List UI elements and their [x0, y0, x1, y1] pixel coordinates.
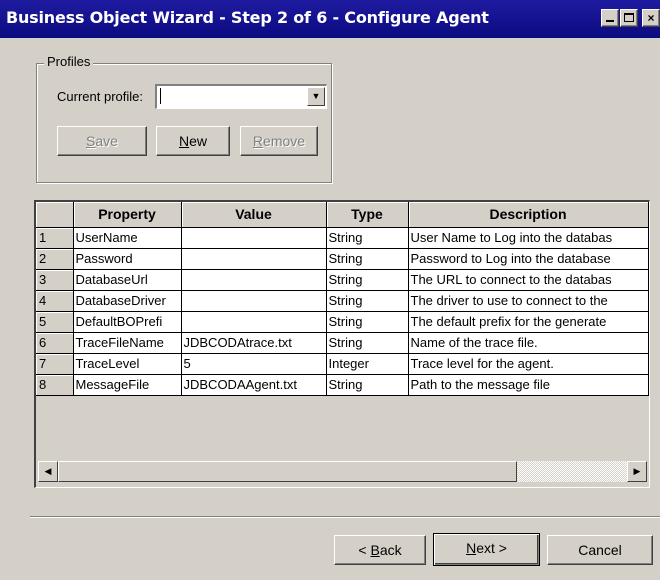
value-cell[interactable] [181, 269, 327, 291]
remove-button[interactable]: Remove [240, 126, 318, 156]
value-cell[interactable] [181, 227, 327, 249]
type-cell[interactable]: String [326, 311, 409, 333]
table-row[interactable]: 1 UserName String User Name to Log into … [36, 227, 649, 249]
row-number[interactable]: 5 [36, 311, 74, 333]
table-row[interactable]: 2 Password String Password to Log into t… [36, 248, 649, 270]
grid-header-row: Property Value Type Description [36, 202, 649, 228]
window-title: Business Object Wizard - Step 2 of 6 - C… [6, 8, 489, 27]
row-number-header[interactable] [36, 202, 74, 228]
back-label-post: ack [379, 542, 402, 558]
type-cell[interactable]: String [326, 332, 409, 354]
minimize-icon [606, 20, 614, 22]
description-cell[interactable]: Name of the trace file. [408, 332, 649, 354]
row-number[interactable]: 3 [36, 269, 74, 291]
current-profile-label: Current profile: [57, 89, 143, 104]
value-column-header[interactable]: Value [181, 202, 327, 228]
value-cell[interactable] [181, 248, 327, 270]
row-number[interactable]: 6 [36, 332, 74, 354]
value-cell[interactable]: 5 [181, 353, 327, 375]
row-number[interactable]: 4 [36, 290, 74, 312]
property-cell[interactable]: TraceLevel [73, 353, 182, 375]
dropdown-arrow-button[interactable]: ▼ [307, 87, 325, 106]
back-label-pre: < [358, 542, 371, 558]
table-row[interactable]: 4 DatabaseDriver String The driver to us… [36, 290, 649, 312]
scroll-right-icon: ▶ [633, 466, 641, 476]
table-row[interactable]: 8 MessageFile JDBCODAAgent.txt String Pa… [36, 374, 649, 396]
description-cell[interactable]: The default prefix for the generate [408, 311, 649, 333]
properties-grid[interactable]: Property Value Type Description 1 UserNa… [34, 200, 650, 488]
description-cell[interactable]: The driver to use to connect to the [408, 290, 649, 312]
properties-table: Property Value Type Description 1 UserNa… [36, 202, 649, 396]
current-profile-dropdown[interactable]: ▼ [155, 84, 327, 109]
new-label-mnemonic: N [178, 133, 190, 149]
row-number[interactable]: 8 [36, 374, 74, 396]
wizard-window: Business Object Wizard - Step 2 of 6 - C… [0, 0, 660, 580]
close-button[interactable]: × [642, 9, 660, 27]
description-cell[interactable]: Password to Log into the database [408, 248, 649, 270]
next-button[interactable]: Next > [433, 533, 540, 566]
value-cell[interactable]: JDBCODAAgent.txt [181, 374, 327, 396]
description-cell[interactable]: Path to the message file [408, 374, 649, 396]
scroll-right-button[interactable]: ▶ [627, 461, 647, 482]
scroll-left-button[interactable]: ◀ [38, 461, 58, 482]
description-cell[interactable]: User Name to Log into the databas [408, 227, 649, 249]
property-cell[interactable]: DatabaseUrl [73, 269, 182, 291]
new-button[interactable]: New [156, 126, 230, 156]
remove-label-post: emove [263, 133, 306, 149]
row-number[interactable]: 2 [36, 248, 74, 270]
value-cell[interactable] [181, 290, 327, 312]
type-cell[interactable]: String [326, 227, 409, 249]
type-cell[interactable]: String [326, 269, 409, 291]
next-label-post: ext > [476, 540, 507, 556]
chevron-down-icon: ▼ [311, 91, 321, 101]
value-cell[interactable]: JDBCODAtrace.txt [181, 332, 327, 354]
new-label-post: ew [189, 133, 208, 149]
save-label-mnemonic: S [86, 133, 96, 149]
value-cell[interactable] [181, 311, 327, 333]
type-cell[interactable]: String [326, 290, 409, 312]
row-number[interactable]: 1 [36, 227, 74, 249]
property-cell[interactable]: TraceFileName [73, 332, 182, 354]
next-label-mnemonic: N [466, 540, 477, 556]
property-cell[interactable]: Password [73, 248, 182, 270]
maximize-button[interactable] [620, 9, 638, 27]
horizontal-scrollbar[interactable]: ◀ ▶ [38, 461, 647, 482]
type-cell[interactable]: String [326, 374, 409, 396]
profiles-group [36, 63, 332, 183]
row-number[interactable]: 7 [36, 353, 74, 375]
property-cell[interactable]: UserName [73, 227, 182, 249]
property-cell[interactable]: DatabaseDriver [73, 290, 182, 312]
type-column-header[interactable]: Type [326, 202, 409, 228]
table-row[interactable]: 3 DatabaseUrl String The URL to connect … [36, 269, 649, 291]
scrollbar-thumb[interactable] [58, 461, 517, 482]
scroll-left-icon: ◀ [44, 466, 52, 476]
property-column-header[interactable]: Property [73, 202, 182, 228]
description-cell[interactable]: The URL to connect to the databas [408, 269, 649, 291]
save-button[interactable]: Save [57, 126, 147, 156]
footer-separator [30, 516, 660, 518]
table-row[interactable]: 7 TraceLevel 5 Integer Trace level for t… [36, 353, 649, 375]
table-row[interactable]: 5 DefaultBOPrefi String The default pref… [36, 311, 649, 333]
description-column-header[interactable]: Description [408, 202, 649, 228]
type-cell[interactable]: Integer [326, 353, 409, 375]
type-cell[interactable]: String [326, 248, 409, 270]
property-cell[interactable]: DefaultBOPrefi [73, 311, 182, 333]
minimize-button[interactable] [601, 9, 619, 27]
table-row[interactable]: 6 TraceFileName JDBCODAtrace.txt String … [36, 332, 649, 354]
close-icon: × [647, 11, 655, 25]
property-cell[interactable]: MessageFile [73, 374, 182, 396]
description-cell[interactable]: Trace level for the agent. [408, 353, 649, 375]
cancel-button[interactable]: Cancel [547, 535, 653, 565]
save-label-post: ave [95, 133, 118, 149]
back-button[interactable]: < Back [334, 535, 426, 565]
maximize-icon [624, 13, 634, 22]
back-label-mnemonic: B [370, 542, 380, 558]
title-bar[interactable]: Business Object Wizard - Step 2 of 6 - C… [0, 0, 660, 38]
remove-label-mnemonic: R [252, 133, 264, 149]
profiles-group-label: Profiles [44, 54, 94, 69]
text-caret [160, 88, 161, 104]
